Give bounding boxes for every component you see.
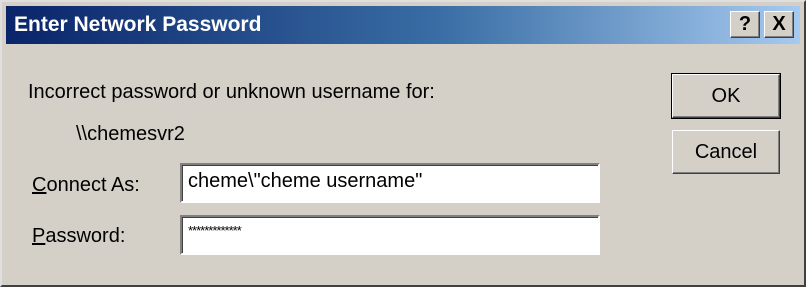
title-bar[interactable]: Enter Network Password ? X bbox=[6, 6, 800, 44]
password-input[interactable]: ************* bbox=[180, 215, 600, 255]
password-label-text: assword: bbox=[45, 225, 126, 247]
help-button[interactable]: ? bbox=[730, 11, 760, 38]
password-accelerator: P bbox=[32, 225, 46, 247]
server-name: \\chemesvr2 bbox=[76, 123, 185, 145]
connect-as-label-text: onnect As: bbox=[46, 174, 140, 196]
cancel-button[interactable]: Cancel bbox=[672, 130, 780, 174]
dialog-title: Enter Network Password bbox=[14, 13, 262, 36]
connect-as-input[interactable]: cheme\"cheme username" bbox=[180, 163, 600, 203]
ok-button[interactable]: OK bbox=[671, 73, 781, 119]
connect-as-accelerator: C bbox=[32, 174, 47, 196]
error-message: Incorrect password or unknown username f… bbox=[28, 81, 435, 103]
connect-as-label: Connect As: bbox=[32, 174, 140, 197]
close-button[interactable]: X bbox=[764, 11, 794, 38]
network-password-dialog: Enter Network Password ? X Incorrect pas… bbox=[0, 0, 806, 287]
password-label: Password: bbox=[32, 225, 125, 248]
